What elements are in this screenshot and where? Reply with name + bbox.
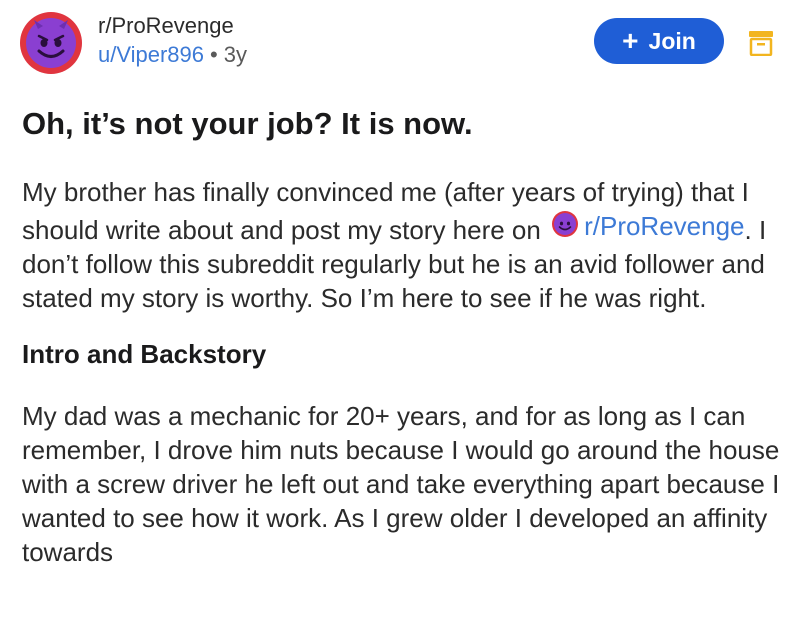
- plus-icon: +: [622, 25, 639, 56]
- devil-face-icon: [26, 18, 76, 68]
- author-username[interactable]: u/Viper896: [98, 42, 204, 67]
- post-header: r/ProRevenge u/Viper896 • 3y + Join: [20, 10, 780, 80]
- subreddit-name[interactable]: r/ProRevenge: [98, 12, 247, 40]
- subreddit-mention[interactable]: r/ProRevenge: [548, 209, 745, 243]
- post-meta: r/ProRevenge u/Viper896 • 3y: [98, 12, 247, 70]
- join-button[interactable]: + Join: [594, 18, 724, 64]
- paragraph-intro: My brother has finally convinced me (aft…: [22, 175, 792, 315]
- section-heading: Intro and Backstory: [22, 339, 267, 369]
- meta-separator: •: [210, 42, 218, 67]
- post-body: My brother has finally convinced me (aft…: [22, 175, 792, 591]
- post-title[interactable]: Oh, it’s not your job? It is now.: [22, 104, 782, 144]
- subreddit-devil-icon: [552, 211, 579, 237]
- subreddit-avatar[interactable]: [20, 12, 82, 74]
- post-age: 3y: [223, 42, 247, 67]
- join-label: Join: [648, 27, 696, 54]
- paragraph-backstory: My dad was a mechanic for 20+ years, and…: [22, 401, 780, 567]
- save-icon[interactable]: [748, 30, 774, 56]
- subreddit-link[interactable]: r/ProRevenge: [584, 209, 744, 243]
- author-line: u/Viper896 • 3y: [98, 40, 247, 70]
